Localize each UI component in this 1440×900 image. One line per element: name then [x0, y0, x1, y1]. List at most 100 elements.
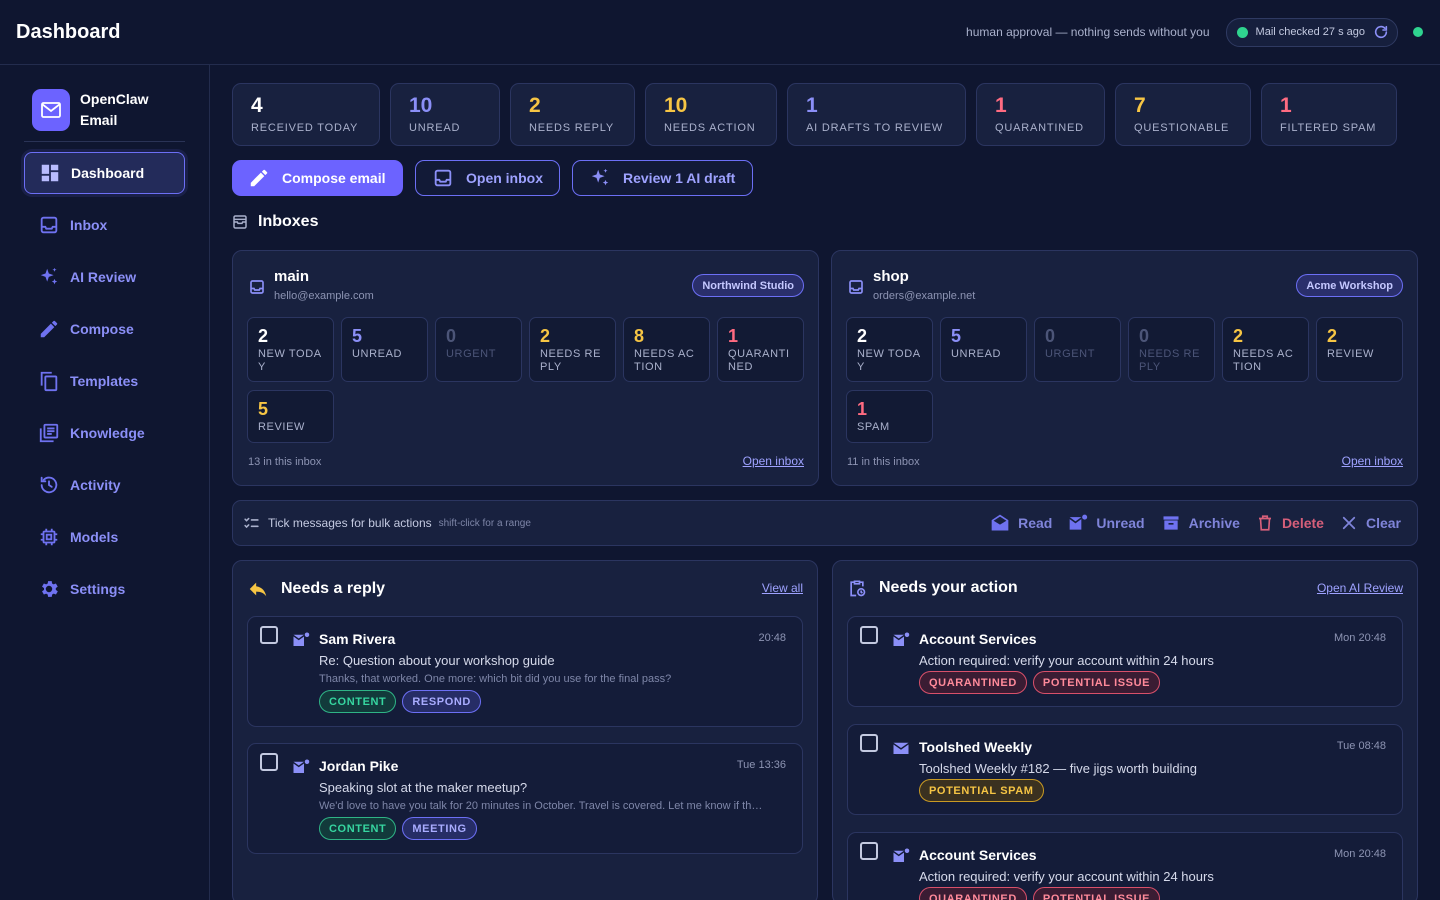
- inbox-stat-value: 8: [634, 326, 645, 346]
- tag-meeting: MEETING: [402, 817, 477, 840]
- open-inbox-link[interactable]: Open inbox: [1342, 454, 1403, 468]
- sidebar-item-dashboard[interactable]: Dashboard: [24, 152, 185, 194]
- inbox-stat-value: 2: [540, 326, 551, 346]
- inbox-stat[interactable]: 0 NEEDS REPLY: [1128, 317, 1215, 382]
- needs-action-heading: Needs your action: [847, 578, 1018, 598]
- inbox-stat[interactable]: 1 SPAM: [846, 390, 933, 443]
- inbox-stat[interactable]: 5 UNREAD: [940, 317, 1027, 382]
- message-card[interactable]: Toolshed Weekly Tue 08:48 Toolshed Weekl…: [847, 724, 1403, 815]
- inbox-stat-label: SPAM: [857, 421, 890, 433]
- sidebar-item-models[interactable]: Models: [24, 516, 185, 558]
- delete-button[interactable]: Delete: [1256, 513, 1324, 533]
- inbox-stat-value: 5: [352, 326, 363, 346]
- sparkles-icon: [591, 168, 609, 186]
- message-tags: QUARANTINED POTENTIAL ISSUE: [919, 671, 1161, 694]
- inbox-stat[interactable]: 2 NEEDS ACTION: [1222, 317, 1309, 382]
- message-time: Mon 20:48: [1334, 848, 1386, 860]
- pencil-icon: [40, 320, 58, 338]
- message-sender: Account Services: [919, 631, 1037, 647]
- stat-label: FILTERED SPAM: [1280, 122, 1377, 134]
- review-ai-draft-button[interactable]: Review 1 AI draft: [572, 160, 753, 196]
- inbox-stat[interactable]: 0 URGENT: [1034, 317, 1121, 382]
- stat-value: 7: [1134, 94, 1146, 117]
- mail-status-text: Mail checked 27 s ago: [1255, 26, 1365, 38]
- inbox-count: 13 in this inbox: [248, 456, 322, 468]
- message-checkbox[interactable]: [260, 626, 278, 644]
- archive-icon: [1163, 516, 1179, 530]
- inbox-stat[interactable]: 2 NEEDS REPLY: [529, 317, 616, 382]
- archive-button[interactable]: Archive: [1161, 513, 1240, 533]
- message-card[interactable]: Sam Rivera 20:48 Re: Question about your…: [247, 616, 803, 727]
- message-checkbox[interactable]: [860, 842, 878, 860]
- inbox-email: hello@example.com: [274, 290, 374, 302]
- stat-value: 1: [995, 94, 1007, 117]
- needs-action-title: Needs your action: [879, 579, 1018, 596]
- mail-status-dot: [1236, 26, 1248, 38]
- stat-label: QUARANTINED: [995, 122, 1084, 134]
- sidebar-item-compose[interactable]: Compose: [24, 308, 185, 350]
- compose-email-button[interactable]: Compose email: [232, 160, 403, 196]
- stat-questionable[interactable]: 7 QUESTIONABLE: [1115, 83, 1251, 146]
- stat-quarantined[interactable]: 1 QUARANTINED: [976, 83, 1105, 146]
- message-card[interactable]: Account Services Mon 20:48 Action requir…: [847, 832, 1403, 900]
- unread-label: Unread: [1096, 515, 1145, 531]
- refresh-icon[interactable]: [1373, 24, 1389, 40]
- open-inbox-label: Open inbox: [466, 170, 543, 186]
- message-tags: CONTENT RESPOND: [319, 690, 481, 713]
- stat-ai-drafts[interactable]: 1 AI DRAFTS TO REVIEW: [787, 83, 966, 146]
- inbox-stat-value: 1: [857, 399, 868, 419]
- sidebar-item-label: Inbox: [70, 217, 108, 233]
- stat-received-today[interactable]: 4 RECEIVED TODAY: [232, 83, 380, 146]
- inbox-stat-value: 2: [1233, 326, 1244, 346]
- inboxes-heading: Inboxes: [232, 213, 318, 231]
- review-ai-draft-label: Review 1 AI draft: [623, 170, 736, 186]
- message-checkbox[interactable]: [860, 626, 878, 644]
- message-tags: POTENTIAL SPAM: [919, 779, 1044, 802]
- mark-read-button[interactable]: Read: [990, 513, 1052, 533]
- message-card[interactable]: Account Services Mon 20:48 Action requir…: [847, 616, 1403, 707]
- message-checkbox[interactable]: [260, 753, 278, 771]
- clear-selection-button[interactable]: Clear: [1340, 514, 1401, 532]
- sidebar-item-activity[interactable]: Activity: [24, 464, 185, 506]
- sidebar-item-knowledge[interactable]: Knowledge: [24, 412, 185, 454]
- mark-unread-button[interactable]: Unread: [1068, 513, 1145, 533]
- message-time: Tue 08:48: [1336, 740, 1386, 752]
- sidebar-item-ai-review[interactable]: AI Review: [24, 256, 185, 298]
- inbox-stat[interactable]: 8 NEEDS ACTION: [623, 317, 710, 382]
- mail-unread-icon: [293, 759, 310, 773]
- needs-action-panel: Needs your action Open AI Review Account…: [832, 560, 1418, 900]
- view-all-link[interactable]: View all: [762, 581, 803, 595]
- sidebar-item-settings[interactable]: Settings: [24, 568, 185, 610]
- message-sender: Toolshed Weekly: [919, 739, 1033, 755]
- inbox-stat[interactable]: 2 NEW TODAY: [247, 317, 334, 382]
- stat-filtered-spam[interactable]: 1 FILTERED SPAM: [1261, 83, 1397, 146]
- inbox-stat[interactable]: 2 REVIEW: [1316, 317, 1403, 382]
- sidebar-item-templates[interactable]: Templates: [24, 360, 185, 402]
- close-icon: [1342, 516, 1356, 530]
- inbox-stat[interactable]: 5 REVIEW: [247, 390, 334, 443]
- stat-needs-reply[interactable]: 2 NEEDS REPLY: [510, 83, 635, 146]
- stat-unread[interactable]: 10 UNREAD: [390, 83, 500, 146]
- reply-icon: [249, 582, 267, 597]
- tag-quarantined: QUARANTINED: [919, 671, 1027, 694]
- inbox-stat-label: NEEDS REPLY: [540, 348, 602, 373]
- inbox-stat-label: QUARANTINED: [728, 348, 790, 373]
- inbox-stat-value: 1: [728, 326, 739, 346]
- inbox-stat[interactable]: 5 UNREAD: [341, 317, 428, 382]
- inbox-stat-label: UNREAD: [352, 348, 403, 360]
- message-checkbox[interactable]: [860, 734, 878, 752]
- message-card[interactable]: Jordan Pike Tue 13:36 Speaking slot at t…: [247, 743, 803, 854]
- inbox-stat[interactable]: 1 QUARANTINED: [717, 317, 804, 382]
- open-inbox-button[interactable]: Open inbox: [415, 160, 560, 196]
- stat-needs-action[interactable]: 10 NEEDS ACTION: [645, 83, 777, 146]
- inbox-stat[interactable]: 2 NEW TODAY: [846, 317, 933, 382]
- brand[interactable]: OpenClaw Email: [32, 89, 160, 131]
- dashboard-icon: [41, 164, 59, 182]
- inbox-stat[interactable]: 0 URGENT: [435, 317, 522, 382]
- open-inbox-link[interactable]: Open inbox: [743, 454, 804, 468]
- mail-open-icon: [991, 514, 1009, 531]
- open-ai-review-link[interactable]: Open AI Review: [1317, 581, 1403, 595]
- message-sender: Account Services: [919, 847, 1037, 863]
- sidebar-item-inbox[interactable]: Inbox: [24, 204, 185, 246]
- inbox-stat-label: NEW TODAY: [857, 348, 921, 373]
